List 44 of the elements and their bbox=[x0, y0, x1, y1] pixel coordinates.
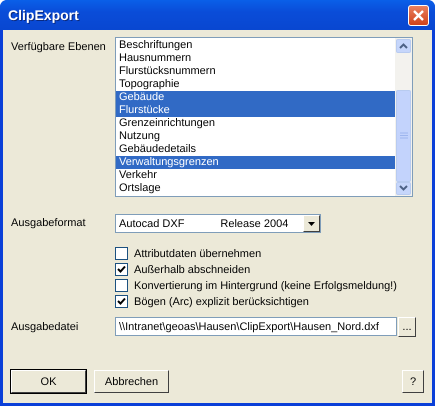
chevron-up-icon bbox=[399, 42, 408, 49]
layers-label: Verfügbare Ebenen bbox=[11, 40, 107, 53]
scroll-thumb[interactable] bbox=[396, 90, 411, 182]
dialog-button[interactable]: OK bbox=[11, 370, 86, 393]
layer-item[interactable]: Ortslage bbox=[116, 182, 395, 195]
option-label: Konvertierung im Hintergrund (keine Erfolgsmeldung!) bbox=[134, 280, 397, 292]
window-title: ClipExport bbox=[7, 7, 79, 23]
browse-button[interactable]: ... bbox=[398, 317, 416, 337]
chevron-down-icon bbox=[399, 185, 408, 192]
layer-list[interactable]: Beschriftungen Hausnummern Flurstücksnummern Topographie Gebäude Flurstücke Grenzeinrichtungen Nutzung Gebäudedetails Verwaltungsgrenzen Verkehr Ortslage bbox=[115, 37, 413, 197]
layer-item[interactable]: Verkehr bbox=[116, 169, 395, 182]
close-button[interactable] bbox=[408, 4, 429, 26]
checkbox[interactable] bbox=[115, 279, 128, 292]
format-dropdown[interactable]: Autocad DXF Release 2004 bbox=[115, 214, 321, 233]
checkbox[interactable] bbox=[115, 295, 128, 308]
option-label: Bögen (Arc) explizit berücksichtigen bbox=[134, 296, 309, 308]
layer-item[interactable]: Gebäudedetails bbox=[116, 143, 395, 156]
checkbox[interactable] bbox=[115, 263, 128, 276]
layer-item[interactable]: Nutzung bbox=[116, 130, 395, 143]
option-label: Attributdaten übernehmen bbox=[134, 248, 262, 260]
format-label: Ausgabeformat bbox=[11, 216, 87, 229]
scroll-down-button[interactable] bbox=[396, 182, 411, 195]
layer-item[interactable]: Flurstücksnummern bbox=[116, 65, 395, 78]
scroll-up-button[interactable] bbox=[396, 39, 411, 52]
checkbox[interactable] bbox=[115, 247, 128, 260]
dropdown-arrow-icon bbox=[308, 222, 315, 226]
layer-item[interactable]: Hausnummern bbox=[116, 52, 395, 65]
output-file-label: Ausgabedatei bbox=[11, 320, 80, 333]
option-label: Außerhalb abschneiden bbox=[134, 264, 250, 276]
dialog-button[interactable]: Abbrechen bbox=[94, 370, 169, 393]
layer-item[interactable]: Beschriftungen bbox=[116, 39, 395, 52]
layer-item[interactable]: Topographie bbox=[116, 78, 395, 91]
grip-icon bbox=[400, 132, 408, 139]
check-icon bbox=[117, 297, 126, 306]
layer-item[interactable]: Flurstücke bbox=[116, 104, 395, 117]
close-icon bbox=[412, 8, 425, 22]
layer-item[interactable]: Verwaltungsgrenzen bbox=[116, 156, 395, 169]
layer-item[interactable]: Gebäude bbox=[116, 91, 395, 104]
dialog-button[interactable]: ? bbox=[402, 370, 424, 393]
output-file-field[interactable]: \\Intranet\geoas\Hausen\ClipExport\Hausen_Nord.dxf bbox=[115, 317, 397, 336]
format-value: Autocad DXF bbox=[119, 218, 184, 230]
check-icon bbox=[117, 265, 126, 274]
layer-item[interactable]: Grenzeinrichtungen bbox=[116, 117, 395, 130]
format-value: Release 2004 bbox=[220, 218, 288, 230]
